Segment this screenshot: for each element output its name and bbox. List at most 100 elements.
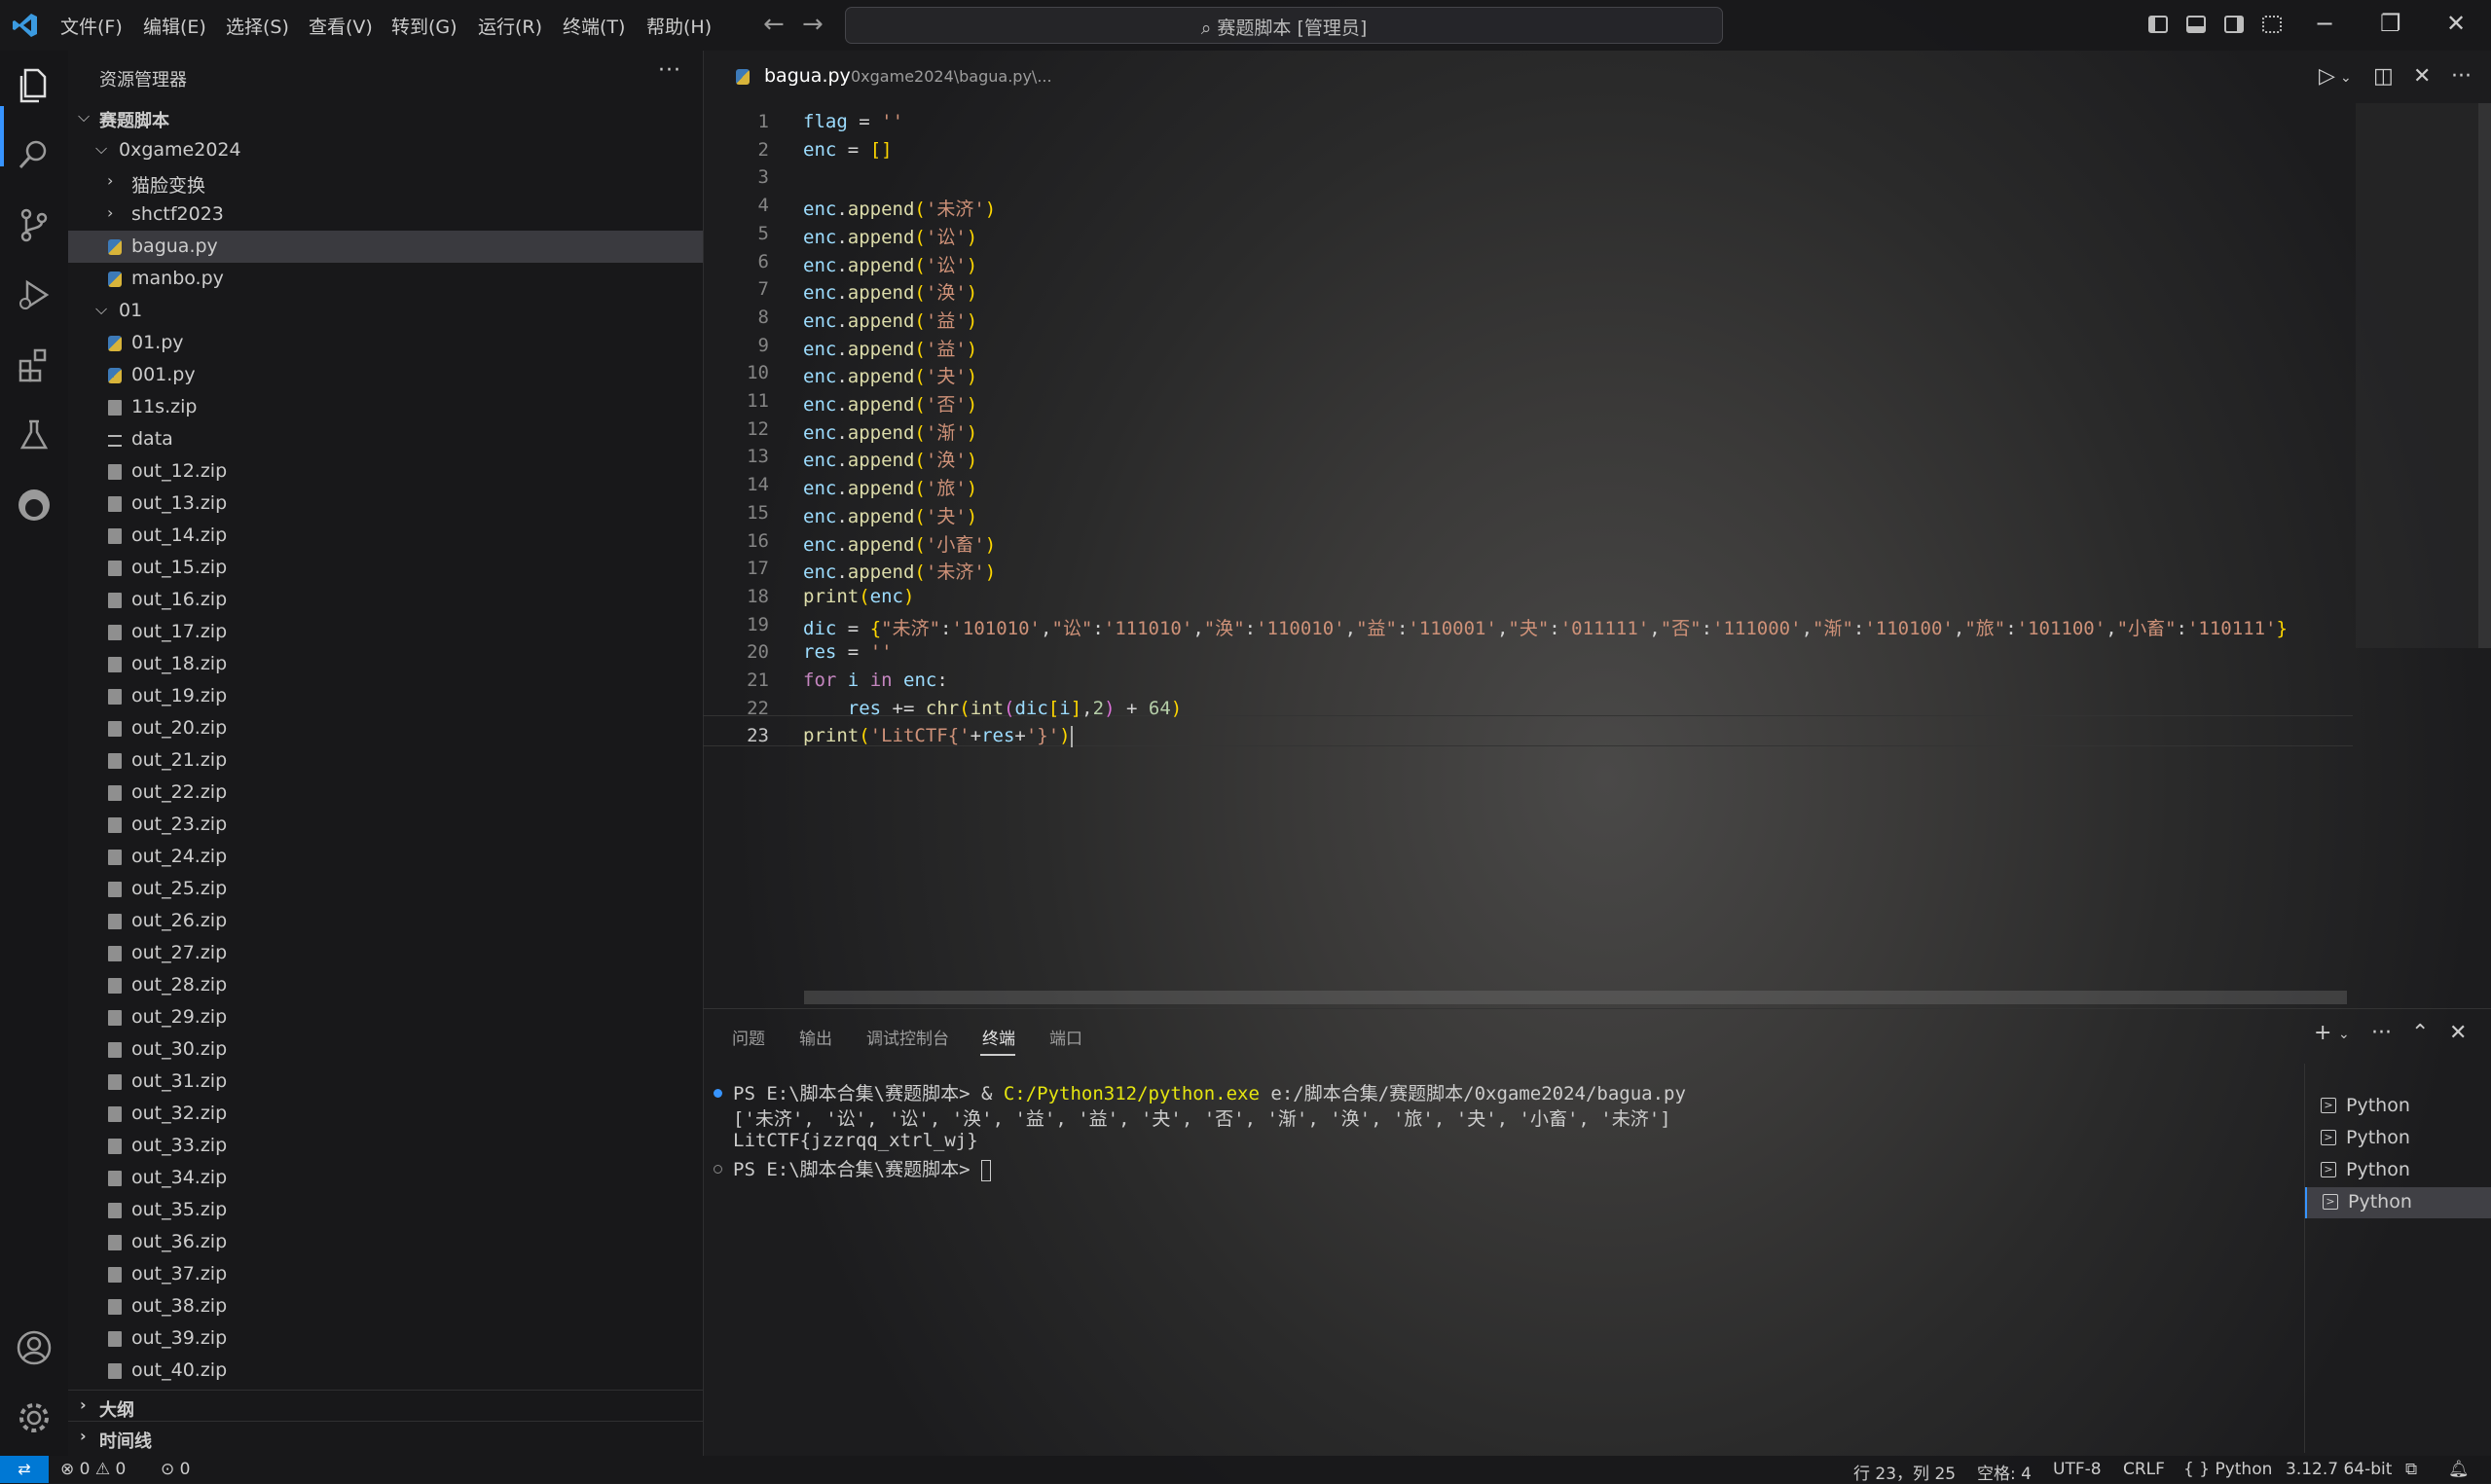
toggle-panel-icon[interactable]: [2186, 16, 2206, 33]
tree-item[interactable]: out_28.zip: [68, 969, 703, 1001]
close-tab-icon[interactable]: ✕: [2413, 64, 2431, 89]
run-python-file-icon[interactable]: ▷: [2319, 64, 2335, 89]
tab-debug-console[interactable]: 调试控制台: [866, 1025, 949, 1049]
tree-item[interactable]: out_26.zip: [68, 905, 703, 937]
ports-status[interactable]: ⊙ 0: [161, 1460, 190, 1479]
menu-item[interactable]: 运行(R): [478, 13, 542, 39]
menu-item[interactable]: 查看(V): [309, 13, 373, 39]
menu-item[interactable]: 终端(T): [563, 13, 625, 39]
tree-item[interactable]: out_12.zip: [68, 455, 703, 488]
workspace-root[interactable]: ⌵ 赛题脚本: [68, 102, 703, 134]
code-line[interactable]: enc.append('夬'): [803, 502, 977, 528]
close-window-icon[interactable]: ✕: [2446, 10, 2466, 37]
run-dropdown-chevron-icon[interactable]: ⌄: [2340, 70, 2352, 86]
tab-ports[interactable]: 端口: [1049, 1025, 1082, 1049]
toggle-secondary-sidebar-icon[interactable]: [2224, 16, 2244, 33]
source-control-icon[interactable]: [14, 204, 55, 245]
tree-item[interactable]: 001.py: [68, 359, 703, 391]
horizontal-scrollbar[interactable]: [804, 991, 2347, 1004]
extensions-icon[interactable]: [14, 344, 55, 385]
code-line[interactable]: enc.append('未济'): [803, 195, 996, 221]
forward-arrow-icon[interactable]: →: [802, 10, 824, 39]
code-editor[interactable]: 1 flag = '' 2 enc = [] 3 4 enc.append('未济') 5 en…: [703, 103, 2484, 994]
tree-item[interactable]: out_33.zip: [68, 1130, 703, 1162]
code-line[interactable]: enc = []: [803, 139, 893, 161]
tree-item[interactable]: out_35.zip: [68, 1194, 703, 1226]
tab-problems[interactable]: 问题: [732, 1025, 765, 1049]
back-arrow-icon[interactable]: ←: [763, 10, 785, 39]
problems-status[interactable]: ⊗ 0 ⚠ 0: [60, 1460, 126, 1479]
encoding[interactable]: UTF-8: [2053, 1460, 2102, 1479]
tree-item[interactable]: out_18.zip: [68, 648, 703, 680]
tree-item[interactable]: ⌵ 0xgame2024: [68, 134, 703, 166]
panel-more-icon[interactable]: ···: [2371, 1021, 2392, 1045]
tree-item[interactable]: out_13.zip: [68, 488, 703, 520]
tree-item[interactable]: out_25.zip: [68, 873, 703, 905]
code-line[interactable]: enc.append('涣'): [803, 278, 977, 305]
restore-icon[interactable]: ❐: [2380, 10, 2401, 37]
tree-item[interactable]: out_30.zip: [68, 1033, 703, 1066]
minimap[interactable]: [2356, 103, 2478, 648]
tree-item[interactable]: out_22.zip: [68, 777, 703, 809]
tree-item[interactable]: out_24.zip: [68, 841, 703, 873]
code-line[interactable]: flag = '': [803, 111, 903, 132]
code-line[interactable]: enc.append('益'): [803, 335, 977, 361]
close-panel-icon[interactable]: ✕: [2449, 1021, 2467, 1045]
tree-item[interactable]: out_23.zip: [68, 809, 703, 841]
menu-item[interactable]: 编辑(E): [143, 13, 206, 39]
account-icon[interactable]: [14, 1327, 55, 1368]
language-mode[interactable]: { } Python: [2183, 1460, 2272, 1479]
tab-terminal[interactable]: 终端: [982, 1025, 1015, 1049]
terminal-instance[interactable]: > Python: [2305, 1123, 2491, 1154]
terminal-dropdown-chevron-icon[interactable]: ⌄: [2338, 1027, 2350, 1042]
outline-section[interactable]: › 大纲: [68, 1390, 703, 1422]
code-line[interactable]: enc.append('涣'): [803, 446, 977, 472]
testing-flask-icon[interactable]: [14, 415, 55, 455]
tree-item[interactable]: out_29.zip: [68, 1001, 703, 1033]
tree-item[interactable]: data: [68, 423, 703, 455]
tree-item[interactable]: out_39.zip: [68, 1322, 703, 1355]
menu-item[interactable]: 选择(S): [226, 13, 289, 39]
more-actions-icon[interactable]: ···: [658, 58, 681, 83]
tree-item[interactable]: out_36.zip: [68, 1226, 703, 1258]
tab-output[interactable]: 输出: [799, 1025, 832, 1049]
tree-item[interactable]: › shctf2023: [68, 199, 703, 231]
tree-item[interactable]: out_27.zip: [68, 937, 703, 969]
timeline-section[interactable]: › 时间线: [68, 1421, 703, 1453]
terminal-instance[interactable]: > Python: [2305, 1187, 2491, 1218]
code-line[interactable]: res += chr(int(dic[i],2) + 64): [803, 698, 1182, 719]
menu-item[interactable]: 转到(G): [391, 13, 458, 39]
terminal-instance[interactable]: > Python: [2305, 1091, 2491, 1122]
run-debug-icon[interactable]: [14, 274, 55, 315]
code-line[interactable]: for i in enc:: [803, 670, 948, 691]
tree-item[interactable]: out_16.zip: [68, 584, 703, 616]
tree-item[interactable]: out_37.zip: [68, 1258, 703, 1290]
tree-item[interactable]: 11s.zip: [68, 391, 703, 423]
terminal-output[interactable]: PS E:\脚本合集\赛题脚本> & C:/Python312/python.e…: [703, 1079, 2299, 1449]
search-icon[interactable]: [14, 134, 55, 175]
tree-item[interactable]: out_31.zip: [68, 1066, 703, 1098]
split-editor-icon[interactable]: ◫: [2373, 64, 2394, 89]
tab-bagua-py[interactable]: bagua.py 0xgame2024\bagua.py\...: [703, 51, 1053, 103]
tree-item[interactable]: manbo.py: [68, 263, 703, 295]
tree-item[interactable]: ⌵ 01: [68, 295, 703, 327]
terminal-instance[interactable]: > Python: [2305, 1155, 2491, 1186]
code-line[interactable]: enc.append('未济'): [803, 558, 996, 584]
maximize-panel-chevron-up-icon[interactable]: ⌃: [2411, 1021, 2429, 1045]
tree-item[interactable]: out_34.zip: [68, 1162, 703, 1194]
code-line[interactable]: enc.append('益'): [803, 307, 977, 333]
tree-item[interactable]: out_21.zip: [68, 744, 703, 777]
code-line[interactable]: res = '': [803, 641, 893, 663]
new-terminal-icon[interactable]: +: [2314, 1021, 2331, 1045]
tree-item[interactable]: out_38.zip: [68, 1290, 703, 1322]
tree-item[interactable]: out_20.zip: [68, 712, 703, 744]
tree-item[interactable]: 01.py: [68, 327, 703, 359]
github-copilot-icon[interactable]: [14, 485, 55, 525]
tree-item[interactable]: out_19.zip: [68, 680, 703, 712]
end-of-line[interactable]: CRLF: [2123, 1460, 2165, 1479]
remote-indicator-icon[interactable]: ⇄: [0, 1456, 49, 1483]
code-line[interactable]: enc.append('旅'): [803, 474, 977, 500]
toggle-primary-sidebar-icon[interactable]: [2148, 16, 2168, 33]
command-center-search[interactable]: ⌕ 赛题脚本 [管理员]: [845, 7, 1723, 44]
minimize-icon[interactable]: −: [2315, 10, 2334, 37]
